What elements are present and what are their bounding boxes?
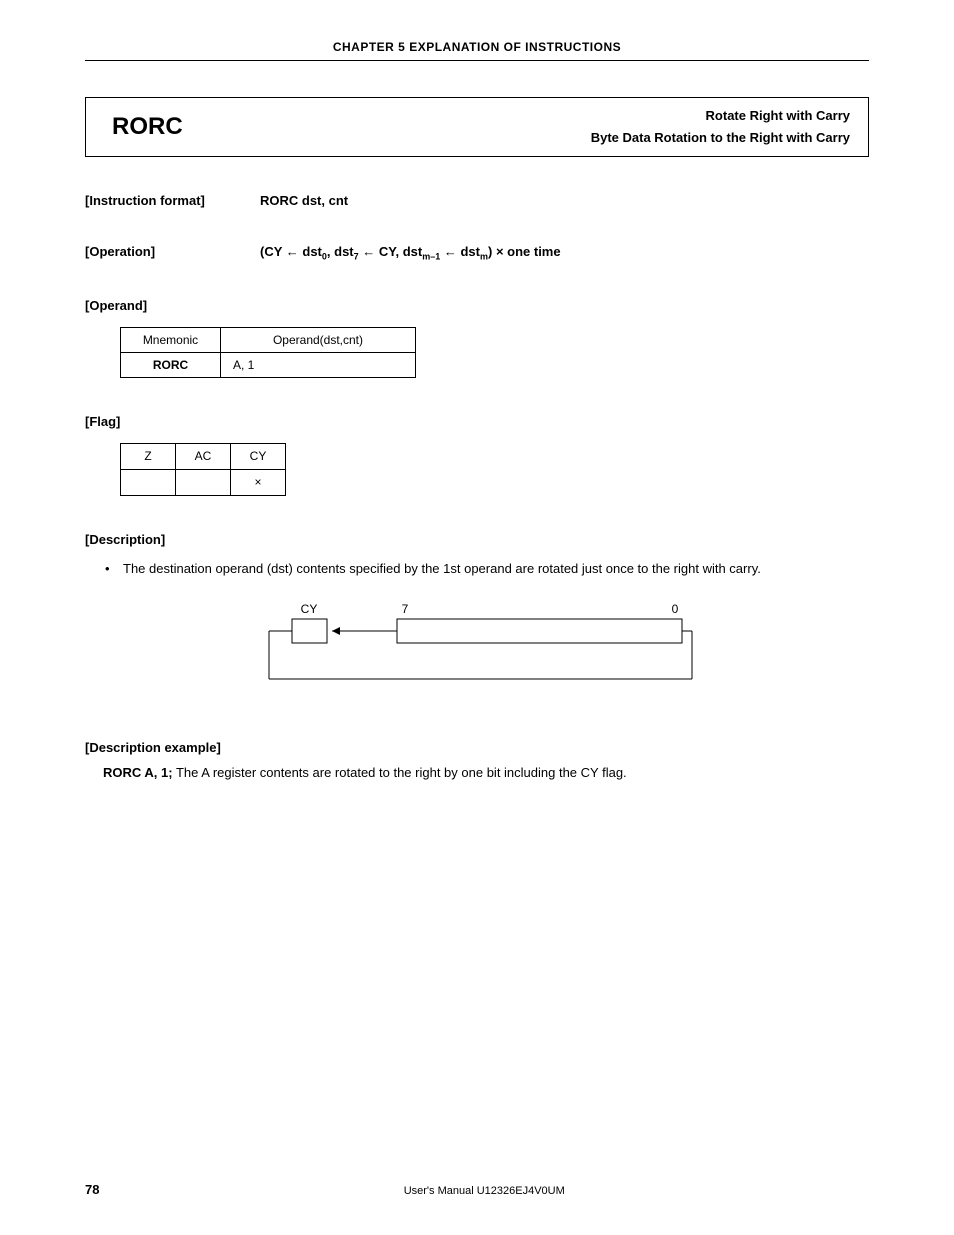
flag-header-z: Z — [121, 443, 176, 469]
flag-section: [Flag] Z AC CY × — [85, 414, 869, 496]
page-number: 78 — [85, 1182, 99, 1197]
diagram-register-box — [397, 619, 682, 643]
description-example-section: [Description example] RORC A, 1; The A r… — [85, 740, 869, 786]
operation-text: ← CY, dst — [359, 244, 423, 259]
description-section: [Description] • The destination operand … — [85, 532, 869, 705]
diagram-cy-box — [292, 619, 327, 643]
operation-text: (CY ← dst — [260, 244, 322, 259]
diagram-cy-label: CY — [301, 602, 318, 616]
instruction-title-box: RORC Rotate Right with Carry Byte Data R… — [85, 97, 869, 157]
flag-header-cy: CY — [231, 443, 286, 469]
diagram-bit7-label: 7 — [402, 602, 409, 616]
operation-sub: m–1 — [422, 252, 440, 262]
operation-sub: m — [480, 252, 488, 262]
description-example-cmd: RORC A, 1; — [103, 765, 173, 780]
operand-row-operand: A, 1 — [221, 352, 416, 377]
flag-table: Z AC CY × — [120, 443, 286, 496]
flag-value-ac — [176, 469, 231, 495]
description-example-text: The A register contents are rotated to t… — [173, 765, 627, 780]
operation-text: ) × one time — [488, 244, 561, 259]
page-footer: 78 User's Manual U12326EJ4V0UM — [85, 1182, 869, 1197]
description-example-label: [Description example] — [85, 740, 260, 755]
chapter-header: CHAPTER 5 EXPLANATION OF INSTRUCTIONS — [85, 40, 869, 61]
description-text: The destination operand (dst) contents s… — [123, 557, 761, 582]
flag-value-cy: × — [231, 469, 286, 495]
arrow-left-icon — [332, 627, 340, 635]
operand-label: [Operand] — [85, 298, 260, 313]
description-example-body: RORC A, 1; The A register contents are r… — [85, 761, 869, 786]
operation-text: , dst — [327, 244, 354, 259]
rotate-diagram-svg: CY 7 0 — [257, 601, 697, 701]
description-label: [Description] — [85, 532, 260, 547]
operand-header-mnemonic: Mnemonic — [121, 327, 221, 352]
operand-section: [Operand] Mnemonic Operand(dst,cnt) RORC… — [85, 298, 869, 378]
operation-label: [Operation] — [85, 244, 260, 262]
bullet-icon: • — [105, 557, 123, 582]
operand-row-mnemonic: RORC — [121, 352, 221, 377]
instruction-title-text: Rotate Right with Carry Byte Data Rotati… — [183, 105, 850, 149]
operation-text: ← dst — [440, 244, 480, 259]
operand-table: Mnemonic Operand(dst,cnt) RORC A, 1 — [120, 327, 416, 378]
instruction-format-label: [Instruction format] — [85, 193, 260, 208]
instruction-format-value: RORC dst, cnt — [260, 193, 348, 208]
flag-value-z — [121, 469, 176, 495]
flag-header-ac: AC — [176, 443, 231, 469]
rotate-diagram: CY 7 0 — [257, 601, 697, 704]
instruction-title-line2: Byte Data Rotation to the Right with Car… — [183, 127, 850, 149]
operation-value: (CY ← dst0, dst7 ← CY, dstm–1 ← dstm) × … — [260, 244, 561, 262]
instruction-format-section: [Instruction format] RORC dst, cnt — [85, 193, 869, 208]
instruction-mnemonic: RORC — [104, 113, 183, 141]
instruction-title-line1: Rotate Right with Carry — [183, 105, 850, 127]
operation-section: [Operation] (CY ← dst0, dst7 ← CY, dstm–… — [85, 244, 869, 262]
diagram-bit0-label: 0 — [672, 602, 679, 616]
operand-header-operand: Operand(dst,cnt) — [221, 327, 416, 352]
manual-id: User's Manual U12326EJ4V0UM — [99, 1185, 869, 1197]
description-body: • The destination operand (dst) contents… — [85, 557, 869, 582]
flag-label: [Flag] — [85, 414, 260, 429]
